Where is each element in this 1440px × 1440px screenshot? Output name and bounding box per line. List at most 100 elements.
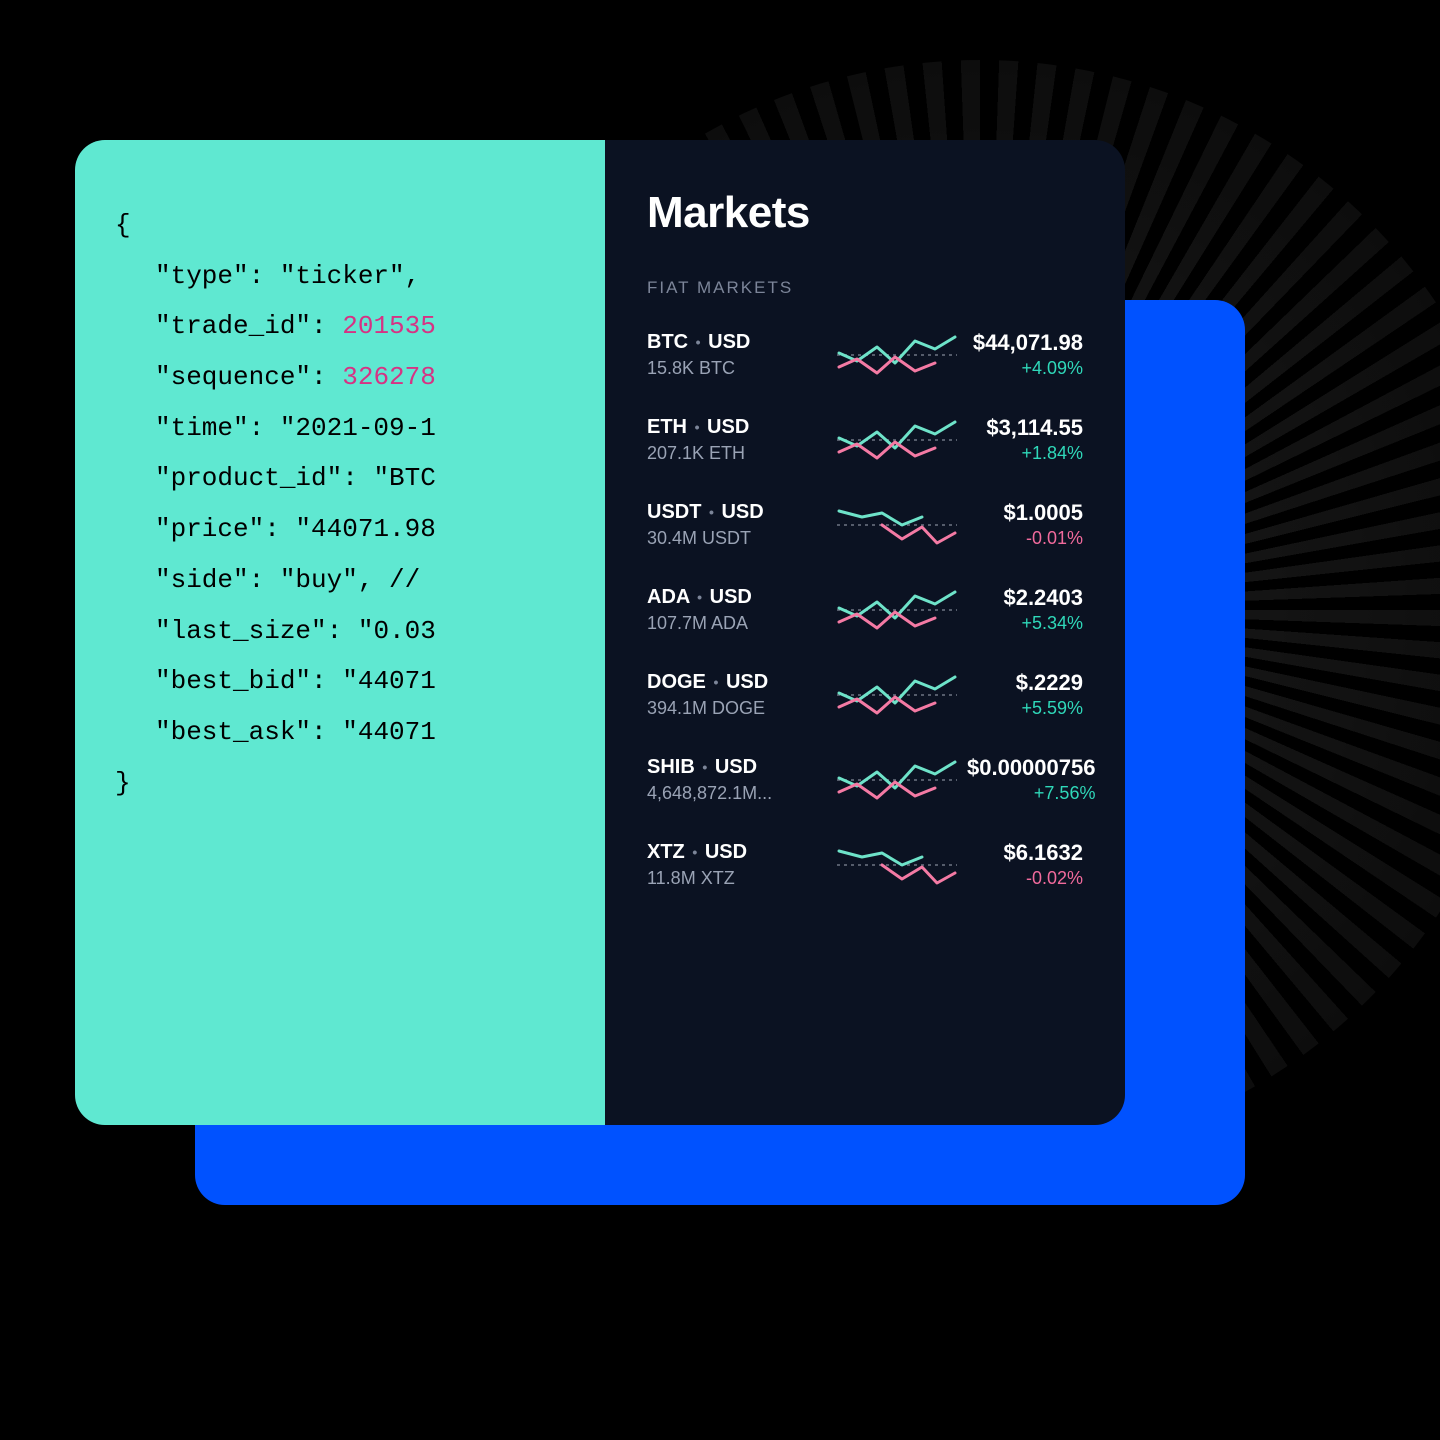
code-value: "buy", //: [264, 565, 420, 595]
sparkline-icon: [837, 503, 957, 547]
pair-block: ETH • USD 207.1K ETH: [647, 416, 827, 464]
code-value: "44071: [327, 666, 436, 696]
code-value: 201535: [327, 311, 436, 341]
price-label: $2.2403: [967, 585, 1083, 611]
code-key: "type":: [155, 261, 264, 291]
code-value: "ticker",: [264, 261, 420, 291]
market-list: BTC • USD 15.8K BTC $44,071.98 +4.09% ET…: [647, 330, 1083, 889]
code-value: "44071: [327, 717, 436, 747]
volume-label: 11.8M XTZ: [647, 868, 817, 889]
pair-block: DOGE • USD 394.1M DOGE: [647, 671, 827, 719]
volume-label: 207.1K ETH: [647, 443, 817, 464]
pair-block: XTZ • USD 11.8M XTZ: [647, 841, 827, 889]
market-row[interactable]: XTZ • USD 11.8M XTZ $6.1632 -0.02%: [647, 840, 1083, 889]
code-line: "side": "buy", //: [155, 555, 575, 606]
quote-symbol: USD: [707, 416, 749, 438]
pair-block: USDT • USD 30.4M USDT: [647, 501, 827, 549]
sparkline-icon: [837, 333, 957, 377]
code-brace-close: }: [115, 758, 575, 809]
pair-label: BTC • USD: [647, 331, 827, 354]
base-symbol: ETH: [647, 416, 687, 438]
change-label: +5.59%: [967, 698, 1083, 719]
code-line: "best_bid": "44071: [155, 656, 575, 707]
quote-symbol: USD: [715, 756, 757, 778]
markets-title: Markets: [647, 188, 1083, 238]
price-label: $1.0005: [967, 500, 1083, 526]
code-key: "last_size":: [155, 616, 342, 646]
pair-label: USDT • USD: [647, 501, 827, 524]
market-row[interactable]: ADA • USD 107.7M ADA $2.2403 +5.34%: [647, 585, 1083, 634]
quote-symbol: USD: [726, 671, 768, 693]
price-block: $.2229 +5.59%: [967, 670, 1083, 719]
quote-symbol: USD: [721, 501, 763, 523]
price-block: $2.2403 +5.34%: [967, 585, 1083, 634]
markets-pane: Markets FIAT MARKETS BTC • USD 15.8K BTC…: [605, 140, 1125, 1125]
volume-label: 107.7M ADA: [647, 613, 817, 634]
sparkline-icon: [837, 758, 957, 802]
sparkline-icon: [837, 588, 957, 632]
code-line: "best_ask": "44071: [155, 707, 575, 758]
code-line: "sequence": 326278: [155, 352, 575, 403]
code-value: "BTC: [358, 463, 436, 493]
change-label: +4.09%: [967, 358, 1083, 379]
code-key: "time":: [155, 413, 264, 443]
change-label: +5.34%: [967, 613, 1083, 634]
code-key: "best_ask":: [155, 717, 327, 747]
price-label: $3,114.55: [967, 415, 1083, 441]
sparkline-icon: [837, 418, 957, 462]
main-card: { "type": "ticker","trade_id": 201535"se…: [75, 140, 1125, 1125]
pair-label: SHIB • USD: [647, 756, 827, 779]
code-brace-open: {: [115, 200, 575, 251]
change-label: +7.56%: [967, 783, 1095, 804]
market-row[interactable]: USDT • USD 30.4M USDT $1.0005 -0.01%: [647, 500, 1083, 549]
change-label: +1.84%: [967, 443, 1083, 464]
code-value: 326278: [327, 362, 436, 392]
base-symbol: DOGE: [647, 671, 706, 693]
market-row[interactable]: ETH • USD 207.1K ETH $3,114.55 +1.84%: [647, 415, 1083, 464]
code-key: "sequence":: [155, 362, 327, 392]
pair-separator-icon: •: [702, 759, 707, 775]
price-block: $3,114.55 +1.84%: [967, 415, 1083, 464]
section-label: FIAT MARKETS: [647, 278, 1083, 298]
price-block: $6.1632 -0.02%: [967, 840, 1083, 889]
base-symbol: BTC: [647, 331, 688, 353]
quote-symbol: USD: [710, 586, 752, 608]
market-row[interactable]: BTC • USD 15.8K BTC $44,071.98 +4.09%: [647, 330, 1083, 379]
base-symbol: ADA: [647, 586, 690, 608]
quote-symbol: USD: [705, 841, 747, 863]
price-label: $44,071.98: [967, 330, 1083, 356]
sparkline-icon: [837, 673, 957, 717]
volume-label: 30.4M USDT: [647, 528, 817, 549]
code-key: "side":: [155, 565, 264, 595]
quote-symbol: USD: [708, 331, 750, 353]
pair-separator-icon: •: [697, 589, 702, 605]
code-pane: { "type": "ticker","trade_id": 201535"se…: [75, 140, 605, 1125]
code-value: "2021-09-1: [264, 413, 436, 443]
volume-label: 15.8K BTC: [647, 358, 817, 379]
pair-label: XTZ • USD: [647, 841, 827, 864]
code-key: "trade_id":: [155, 311, 327, 341]
code-line: "trade_id": 201535: [155, 301, 575, 352]
pair-block: ADA • USD 107.7M ADA: [647, 586, 827, 634]
pair-block: BTC • USD 15.8K BTC: [647, 331, 827, 379]
base-symbol: XTZ: [647, 841, 685, 863]
code-line: "time": "2021-09-1: [155, 403, 575, 454]
pair-separator-icon: •: [709, 504, 714, 520]
code-line: "product_id": "BTC: [155, 453, 575, 504]
market-row[interactable]: DOGE • USD 394.1M DOGE $.2229 +5.59%: [647, 670, 1083, 719]
pair-label: ETH • USD: [647, 416, 827, 439]
base-symbol: USDT: [647, 501, 701, 523]
code-value: "0.03: [342, 616, 436, 646]
price-label: $0.00000756: [967, 755, 1095, 781]
change-label: -0.02%: [967, 868, 1083, 889]
pair-separator-icon: •: [696, 334, 701, 350]
code-line: "type": "ticker",: [155, 251, 575, 302]
price-label: $6.1632: [967, 840, 1083, 866]
pair-separator-icon: •: [713, 674, 718, 690]
pair-separator-icon: •: [692, 844, 697, 860]
code-key: "price":: [155, 514, 280, 544]
price-block: $1.0005 -0.01%: [967, 500, 1083, 549]
price-block: $44,071.98 +4.09%: [967, 330, 1083, 379]
market-row[interactable]: SHIB • USD 4,648,872.1M... $0.00000756 +…: [647, 755, 1083, 804]
pair-label: DOGE • USD: [647, 671, 827, 694]
